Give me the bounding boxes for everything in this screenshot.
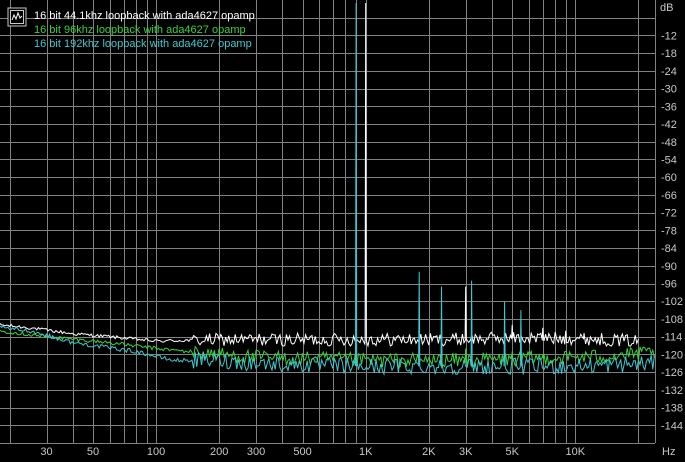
y-tick-label: -78: [661, 225, 677, 237]
y-tick-label: -126: [661, 367, 683, 379]
x-tick-label: 5K: [505, 446, 519, 458]
y-tick-label: -84: [661, 243, 677, 255]
y-tick-label: -18: [661, 48, 677, 60]
y-tick-label: -102: [661, 296, 683, 308]
y-tick-label: -48: [661, 137, 677, 149]
legend: 16 bit 44.1khz loopback with ada4627 opa…: [7, 7, 255, 50]
x-tick-label: 2K: [422, 446, 436, 458]
legend-entry-3: 16 bit 192khz loopback with ada4627 opam…: [34, 38, 252, 50]
y-tick-label: -60: [661, 172, 677, 184]
y-tick-label: -108: [661, 314, 683, 326]
y-tick-label: -96: [661, 279, 677, 291]
y-tick-label: -12: [661, 30, 677, 42]
x-axis-label: Hz: [662, 446, 675, 458]
y-tick-label: -114: [661, 332, 682, 344]
x-tick-label: 3K: [459, 446, 473, 458]
spectrum-chart: -12 -18 -24 -30 -36 -42 -48 -54 -60 -66 -72 -78 -84 -…: [0, 0, 685, 462]
y-tick-label: -24: [661, 66, 677, 78]
y-tick-label: -30: [661, 84, 677, 96]
y-tick-label: -90: [661, 261, 677, 273]
legend-entry-1: 16 bit 44.1khz loopback with ada4627 opa…: [34, 10, 255, 22]
x-tick-label: 300: [247, 446, 265, 458]
x-tick-label: 200: [210, 446, 228, 458]
y-tick-label: -54: [661, 154, 677, 166]
y-axis-label: dB: [660, 2, 673, 14]
x-tick-label: 30: [40, 446, 52, 458]
x-tick-label: 10K: [566, 446, 586, 458]
y-tick-label: -144: [661, 420, 683, 432]
y-tick-label: -72: [661, 208, 677, 220]
y-tick-label: -66: [661, 190, 677, 202]
x-tick-label: 1K: [359, 446, 373, 458]
y-tick-label: -138: [661, 403, 683, 415]
x-tick-label: 500: [293, 446, 311, 458]
x-tick-label: 50: [87, 446, 99, 458]
y-tick-label: -132: [661, 385, 683, 397]
y-tick-label: -36: [661, 101, 677, 113]
y-tick-label: -120: [661, 349, 683, 361]
x-tick-label: 100: [147, 446, 165, 458]
legend-entry-2: 16 bit 96khz loopback with ada4627 opamp: [34, 24, 246, 36]
y-tick-label: -42: [661, 119, 677, 131]
